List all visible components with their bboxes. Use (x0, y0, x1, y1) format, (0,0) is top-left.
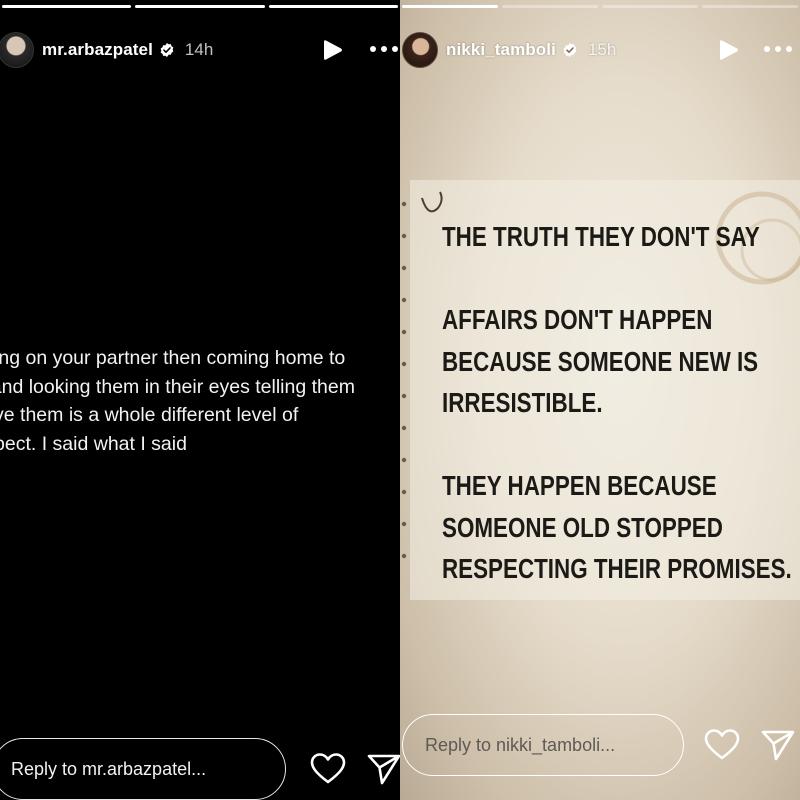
post-time: 14h (184, 40, 214, 59)
quote-line: SOMEONE OLD STOPPED (442, 511, 723, 543)
caption-line: Cheating on your partner then coming hom… (0, 347, 346, 369)
quote-line: THE TRUTH THEY DON'T SAY (442, 221, 760, 252)
quote-line: IRRESISTIBLE. (442, 387, 603, 418)
story-progress-bar (400, 5, 800, 8)
reply-placeholder: Reply to nikki_tamboli... (425, 734, 616, 755)
progress-segment (702, 5, 798, 8)
story-quote: THE TRUTH THEY DON'T SAY AFFAIRS DON'T H… (442, 216, 792, 590)
story-progress-bar (0, 5, 400, 8)
progress-segment (268, 5, 398, 8)
progress-segment (135, 5, 265, 8)
reply-placeholder: Reply to mr.arbazpatel... (11, 758, 207, 779)
progress-segment (602, 5, 698, 8)
quote-line: THEY HAPPEN BECAUSE (442, 470, 717, 501)
send-icon[interactable] (760, 728, 796, 762)
more-options-icon[interactable] (764, 40, 796, 58)
quote-line: AFFAIRS DON'T HAPPEN (442, 304, 713, 335)
progress-segment (402, 5, 498, 8)
quote-line (442, 258, 727, 300)
post-time: 15h (587, 40, 617, 59)
avatar[interactable] (0, 32, 34, 68)
story-panel-left: mr.arbazpatel 14h Cheating on your partn… (0, 0, 400, 800)
quote-line (442, 424, 727, 466)
story-panel-right: nikki_tamboli 15h THE TRUTH THEY DON'T S… (400, 0, 800, 800)
username[interactable]: mr.arbazpatel (42, 40, 153, 60)
story-header: nikki_tamboli 15h (400, 28, 800, 72)
play-icon[interactable] (322, 38, 344, 62)
avatar[interactable] (402, 32, 438, 68)
progress-segment (2, 5, 132, 8)
quote-line: BECAUSE SOMEONE NEW IS (442, 345, 759, 377)
username[interactable]: nikki_tamboli (446, 40, 556, 60)
progress-segment (502, 5, 598, 8)
quote-line: RESPECTING THEIR PROMISES. (442, 553, 792, 584)
story-caption: Cheating on your partner then coming hom… (0, 344, 400, 458)
caption-line: disrespect. I said what I said (0, 432, 187, 455)
play-icon[interactable] (718, 38, 740, 62)
more-options-icon[interactable] (370, 40, 400, 58)
caption-line: them and looking them in their eyes tell… (0, 375, 355, 398)
reply-input[interactable]: Reply to nikki_tamboli... (402, 714, 684, 776)
send-icon[interactable] (366, 752, 400, 786)
heart-icon[interactable] (310, 752, 346, 786)
verified-badge-icon (563, 43, 577, 57)
caption-line: you love them is a whole different level… (0, 404, 299, 426)
verified-badge-icon (160, 43, 174, 57)
reply-input[interactable]: Reply to mr.arbazpatel... (0, 738, 286, 800)
heart-icon[interactable] (704, 728, 740, 762)
